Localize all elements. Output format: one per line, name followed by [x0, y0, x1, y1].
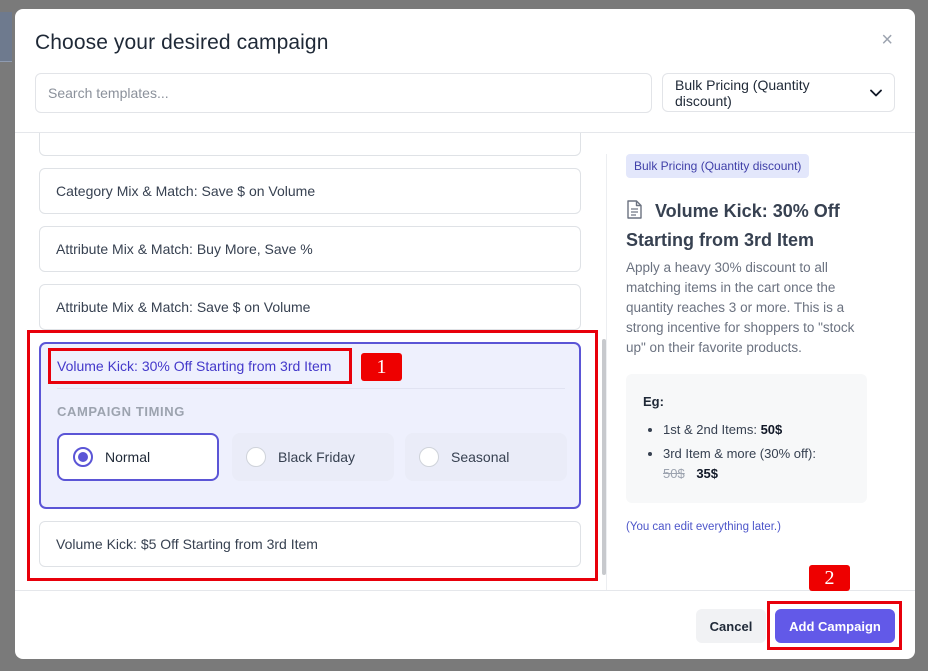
- template-label: Attribute Mix & Match: Buy More, Save %: [56, 241, 313, 257]
- list-item[interactable]: [39, 133, 581, 156]
- template-label: Volume Kick: $5 Off Starting from 3rd It…: [56, 536, 318, 552]
- panel-divider: [606, 154, 607, 590]
- close-icon[interactable]: ×: [881, 30, 893, 50]
- example-label: Eg:: [643, 394, 664, 409]
- annotation-label: 1: [361, 353, 402, 381]
- example-box: Eg: 1st & 2nd Items: 50$ 3rd Item & more…: [626, 374, 867, 503]
- preview-type-badge: Bulk Pricing (Quantity discount): [626, 154, 810, 178]
- timing-option-black-friday[interactable]: Black Friday: [232, 433, 394, 481]
- timing-option-normal[interactable]: Normal: [57, 433, 219, 481]
- example-item-price: 50$: [760, 422, 783, 437]
- selected-template-title: Volume Kick: 30% Off Starting from 3rd I…: [57, 358, 332, 374]
- list-item[interactable]: Volume Kick: $5 Off Starting from 3rd It…: [39, 521, 581, 567]
- search-input[interactable]: [35, 73, 652, 113]
- template-list[interactable]: Category Mix & Match: Save $ on Volume A…: [39, 133, 581, 590]
- modal-title: Choose your desired campaign: [35, 31, 329, 54]
- cancel-button[interactable]: Cancel: [696, 609, 766, 643]
- example-list: 1st & 2nd Items: 50$ 3rd Item & more (30…: [643, 420, 850, 484]
- timing-option-label: Seasonal: [451, 449, 510, 465]
- list-item[interactable]: Category Mix & Match: Save $ on Volume: [39, 168, 581, 214]
- radio-unselected[interactable]: [419, 447, 439, 467]
- radio-unselected[interactable]: [246, 447, 266, 467]
- preview-description: Apply a heavy 30% discount to all matchi…: [626, 260, 855, 355]
- list-item[interactable]: Attribute Mix & Match: Buy More, Save %: [39, 226, 581, 272]
- example-item-label: 1st & 2nd Items:: [663, 422, 757, 437]
- campaign-type-value: Bulk Pricing (Quantity discount): [675, 76, 810, 109]
- example-new-price: 35$: [696, 466, 719, 481]
- background-page-fragment: [0, 12, 12, 62]
- example-old-price: 50$: [663, 466, 685, 481]
- timing-option-label: Normal: [105, 449, 151, 465]
- selected-template-card[interactable]: Volume Kick: 30% Off Starting from 3rd I…: [39, 342, 581, 509]
- preview-title: Volume Kick: 30% Off Starting from 3rd I…: [626, 201, 840, 250]
- template-label: Attribute Mix & Match: Save $ on Volume: [56, 299, 311, 315]
- example-item: 1st & 2nd Items: 50$: [663, 420, 850, 440]
- card-divider: [57, 388, 565, 389]
- timing-option-seasonal[interactable]: Seasonal: [405, 433, 567, 481]
- timing-option-label: Black Friday: [278, 449, 356, 465]
- campaign-modal: Choose your desired campaign × Bulk Pric…: [15, 9, 915, 659]
- radio-selected[interactable]: [73, 447, 93, 467]
- campaign-timing-heading: CAMPAIGN TIMING: [57, 404, 185, 419]
- footer-divider: [15, 590, 915, 591]
- campaign-type-select[interactable]: Bulk Pricing (Quantity discount): [662, 73, 895, 112]
- example-item: 3rd Item & more (30% off): 50$ 35$: [663, 444, 850, 484]
- annotation-label: 2: [809, 565, 850, 591]
- list-item[interactable]: Attribute Mix & Match: Save $ on Volume: [39, 284, 581, 330]
- add-campaign-button[interactable]: Add Campaign: [775, 609, 895, 643]
- template-label: Category Mix & Match: Save $ on Volume: [56, 183, 316, 199]
- chevron-down-icon: [870, 86, 882, 100]
- example-item-label: 3rd Item & more (30% off):: [663, 446, 816, 461]
- edit-hint: (You can edit everything later.): [626, 521, 781, 533]
